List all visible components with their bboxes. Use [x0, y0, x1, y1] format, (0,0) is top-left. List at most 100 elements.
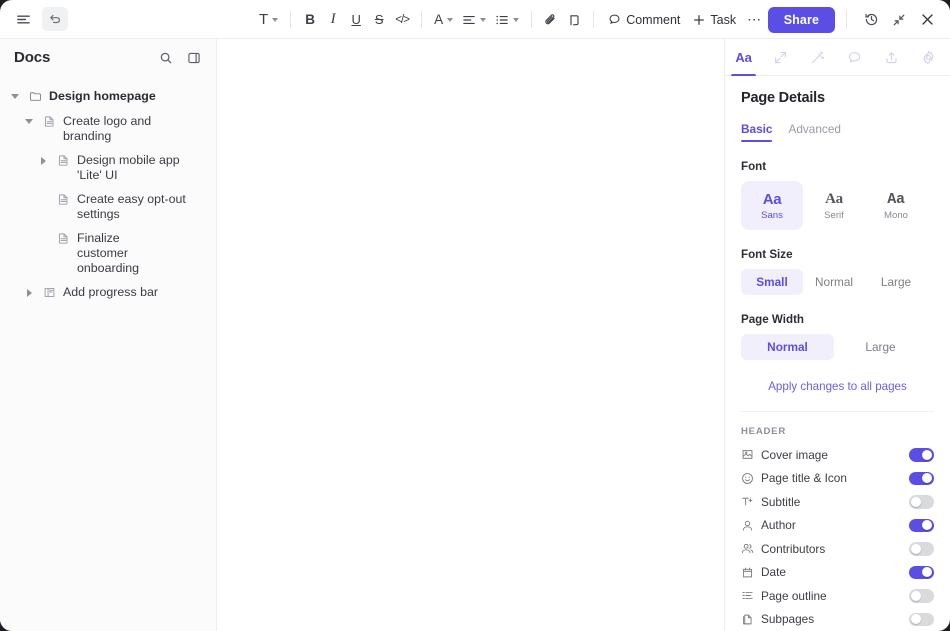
subpages-icon: [743, 614, 752, 625]
task-label: Task: [710, 12, 737, 27]
list-button[interactable]: [491, 7, 523, 33]
bold-button[interactable]: B: [299, 7, 321, 33]
document-icon: [56, 152, 71, 169]
font-option-mono[interactable]: Aa Mono: [865, 181, 927, 230]
search-icon[interactable]: [156, 48, 176, 68]
font-size-normal[interactable]: Normal: [803, 269, 865, 295]
tab-settings[interactable]: [910, 39, 947, 75]
tab-ai[interactable]: [799, 39, 836, 75]
image-icon: [742, 450, 753, 460]
tree-item[interactable]: Add progress bar: [22, 280, 208, 305]
font-label-mono: Mono: [884, 209, 908, 221]
toggle-switch[interactable]: [909, 589, 934, 603]
list-outline-icon: [741, 589, 759, 602]
toolbar-divider: [290, 11, 292, 28]
font-size-small[interactable]: Small: [741, 269, 803, 295]
header-toggle-row[interactable]: Cover image: [741, 443, 934, 467]
toggle-switch[interactable]: [909, 448, 934, 462]
chevron-down-icon: [480, 17, 487, 22]
text-style-label: T: [259, 11, 269, 28]
calendar-icon: [742, 567, 753, 578]
chevron-down-icon[interactable]: [22, 113, 36, 130]
italic-label: I: [330, 11, 336, 27]
code-label: </>: [395, 13, 410, 26]
tree-item[interactable]: Create logo and branding: [22, 109, 208, 148]
apply-changes-link[interactable]: Apply changes to all pages: [741, 380, 934, 393]
italic-button[interactable]: I: [322, 7, 344, 33]
paperclip-icon: [545, 13, 555, 24]
document-icon: [58, 233, 68, 244]
header-toggle-row[interactable]: Contributors: [741, 537, 934, 561]
person-icon: [741, 519, 759, 532]
task-button[interactable]: Task: [687, 7, 742, 33]
code-button[interactable]: </>: [391, 7, 413, 33]
clock-history-icon[interactable]: [858, 8, 884, 32]
toggle-switch[interactable]: [909, 565, 934, 579]
sub-tab-advanced[interactable]: Advanced: [788, 122, 840, 142]
tree-item[interactable]: Finalize customer onboarding: [36, 226, 208, 280]
header-toggle-row[interactable]: Author: [741, 514, 934, 538]
font-size-large[interactable]: Large: [865, 269, 927, 295]
tree-item[interactable]: Create easy opt-out settings: [36, 187, 208, 226]
chevron-right-icon[interactable]: [22, 284, 36, 301]
attachment-button[interactable]: [563, 7, 585, 33]
hamburger-menu-icon[interactable]: [10, 7, 36, 31]
document-icon: [58, 194, 68, 205]
share-button[interactable]: Share: [767, 6, 835, 33]
more-options-button[interactable]: ⋯: [743, 7, 766, 33]
comment-icon: [609, 14, 620, 25]
toolbar-divider: [421, 11, 423, 28]
close-x-icon[interactable]: [914, 8, 940, 32]
tab-relationships[interactable]: [762, 39, 799, 75]
board-icon: [44, 287, 55, 298]
chevron-down-icon: [272, 17, 279, 22]
toggle-switch[interactable]: [909, 518, 934, 532]
comment-icon: [848, 51, 861, 63]
tab-page-details[interactable]: Aa: [725, 39, 762, 76]
toggle-switch[interactable]: [909, 612, 934, 626]
document-icon: [58, 155, 68, 166]
underline-button[interactable]: U: [345, 7, 367, 33]
document-icon: [44, 116, 54, 127]
tree-item-label: Design homepage: [49, 89, 156, 103]
chevron-down-icon[interactable]: [8, 88, 22, 105]
tree-item[interactable]: Design homepage: [8, 84, 208, 109]
tree-item[interactable]: Design mobile app 'Lite' UI: [36, 148, 208, 187]
comment-button[interactable]: Comment: [602, 7, 686, 33]
subpages-icon: [741, 613, 759, 626]
header-toggle-row[interactable]: Subpages: [741, 608, 934, 631]
top-toolbar: T B I U S </> A Comment Task ⋯ Share: [0, 0, 950, 39]
tab-share[interactable]: [873, 39, 910, 75]
strikethrough-button[interactable]: S: [368, 7, 390, 33]
toggle-switch[interactable]: [909, 495, 934, 509]
tab-comments[interactable]: [836, 39, 873, 75]
bookmark-tag-icon: [570, 14, 579, 25]
page-width-large[interactable]: Large: [834, 334, 927, 360]
header-toggle-row[interactable]: Page outline: [741, 584, 934, 608]
sidebar-toggle-icon[interactable]: [184, 48, 204, 68]
collapse-arrows-icon[interactable]: [886, 8, 912, 32]
text-style-button[interactable]: T: [255, 7, 282, 33]
document-editor[interactable]: Digital Product Ideas Pet Profiles is a …: [218, 39, 224, 631]
chevron-right-icon[interactable]: [36, 152, 50, 169]
page-width-normal[interactable]: Normal: [741, 334, 834, 360]
font-sample-sans: Aa: [762, 190, 782, 208]
align-button[interactable]: [458, 7, 490, 33]
link-button[interactable]: [540, 7, 562, 33]
toggle-switch[interactable]: [909, 471, 934, 485]
header-toggle-row[interactable]: Date: [741, 561, 934, 585]
font-option-serif[interactable]: Aa Serif: [803, 181, 865, 230]
header-toggle-label: Contributors: [761, 541, 826, 556]
person-icon: [742, 520, 753, 531]
font-option-sans[interactable]: Aa Sans: [741, 181, 803, 230]
font-color-button[interactable]: A: [430, 7, 457, 33]
toolbar-left-group: [0, 7, 68, 31]
toggle-switch[interactable]: [909, 542, 934, 556]
folder-icon: [28, 88, 43, 105]
header-toggle-row[interactable]: Subtitle: [741, 490, 934, 514]
toolbar-divider: [531, 11, 533, 28]
sub-tab-basic[interactable]: Basic: [741, 122, 773, 142]
undo-arrow-icon[interactable]: [42, 7, 68, 31]
header-toggle-row[interactable]: Page title & Icon: [741, 467, 934, 491]
